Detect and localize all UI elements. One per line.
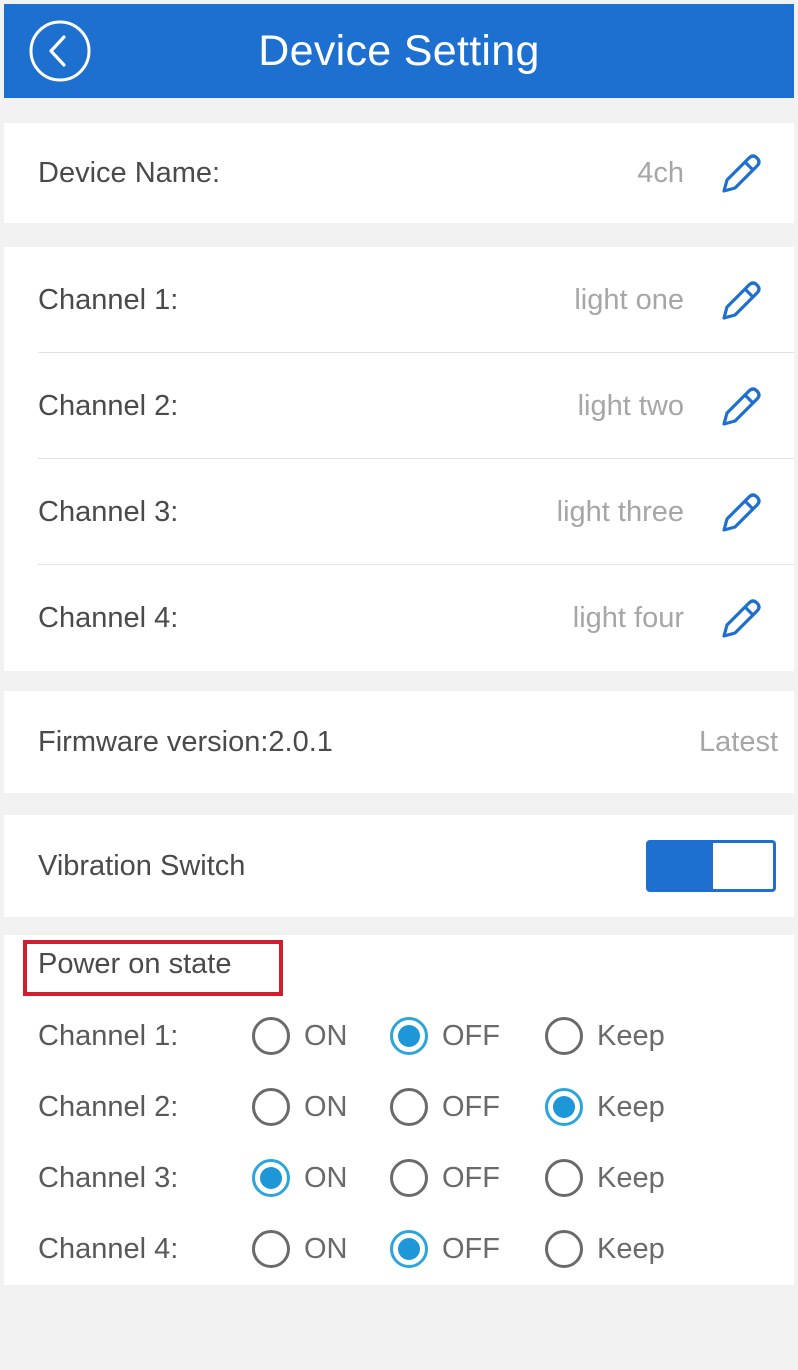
radio-option-label: Keep [597,1019,665,1052]
radio-selected-icon [545,1088,583,1126]
radio-selected-icon [252,1159,290,1197]
power-on-row-channel-3: Channel 3: ON OFF Keep [0,1148,798,1208]
radio-unselected-icon [252,1017,290,1055]
channel-2-name: light two [577,389,684,422]
radio-option-label: Keep [597,1090,665,1123]
radio-option-label: Keep [597,1161,665,1194]
radio-unselected-icon [390,1159,428,1197]
radio-option-off[interactable]: OFF [390,1017,500,1055]
radio-option-keep[interactable]: Keep [545,1017,665,1055]
power-on-channel-label: Channel 3: [38,1161,179,1194]
firmware-row: Firmware version:2.0.1 Latest [4,691,794,793]
radio-option-off[interactable]: OFF [390,1159,500,1197]
radio-selected-icon [390,1230,428,1268]
channel-2-row: Channel 2: light two [4,353,794,459]
radio-option-label: ON [304,1090,348,1123]
radio-option-on[interactable]: ON [252,1017,348,1055]
device-name-card: Device Name: 4ch [4,123,794,223]
edit-channel-1-pencil-icon[interactable] [714,274,766,326]
channel-3-label: Channel 3: [38,495,179,528]
radio-option-label: OFF [442,1232,500,1265]
power-on-channel-label: Channel 2: [38,1090,179,1123]
radio-option-label: ON [304,1232,348,1265]
radio-option-off[interactable]: OFF [390,1088,500,1126]
power-on-row-channel-4: Channel 4: ON OFF Keep [0,1219,798,1279]
radio-option-label: ON [304,1161,348,1194]
header-bar: Device Setting [4,4,794,98]
power-on-channel-label: Channel 4: [38,1232,179,1265]
toggle-knob [713,843,773,889]
radio-option-label: OFF [442,1161,500,1194]
edit-channel-3-pencil-icon[interactable] [714,486,766,538]
vibration-card: Vibration Switch [4,815,794,917]
firmware-card: Firmware version:2.0.1 Latest [4,691,794,793]
channel-4-row: Channel 4: light four [4,565,794,671]
channel-names-card: Channel 1: light one Channel 2: light tw… [4,247,794,671]
power-on-row-channel-1: Channel 1: ON OFF Keep [0,1006,798,1066]
vibration-toggle[interactable] [646,840,776,892]
device-setting-screen: Device Setting Device Name: 4ch Channel … [0,0,798,1370]
radio-option-keep[interactable]: Keep [545,1088,665,1126]
vibration-row: Vibration Switch [4,815,794,917]
radio-unselected-icon [390,1088,428,1126]
power-on-row-channel-2: Channel 2: ON OFF Keep [0,1077,798,1137]
radio-unselected-icon [252,1088,290,1126]
power-on-channel-label: Channel 1: [38,1019,179,1052]
radio-unselected-icon [545,1230,583,1268]
firmware-version: Firmware version:2.0.1 [38,725,333,758]
edit-channel-2-pencil-icon[interactable] [714,380,766,432]
channel-2-label: Channel 2: [38,389,179,422]
radio-option-label: Keep [597,1232,665,1265]
device-name-label: Device Name: [38,156,221,189]
channel-4-name: light four [572,601,684,634]
radio-selected-icon [390,1017,428,1055]
radio-unselected-icon [545,1159,583,1197]
channel-4-label: Channel 4: [38,601,179,634]
channel-1-name: light one [574,283,684,316]
radio-option-on[interactable]: ON [252,1159,348,1197]
radio-option-on[interactable]: ON [252,1230,348,1268]
radio-option-label: OFF [442,1090,500,1123]
device-name-row: Device Name: 4ch [4,123,794,223]
radio-option-keep[interactable]: Keep [545,1230,665,1268]
power-on-state-title: Power on state [38,948,232,980]
radio-option-on[interactable]: ON [252,1088,348,1126]
channel-3-row: Channel 3: light three [4,459,794,565]
radio-option-off[interactable]: OFF [390,1230,500,1268]
radio-option-keep[interactable]: Keep [545,1159,665,1197]
back-button[interactable] [28,19,92,83]
vibration-switch-label: Vibration Switch [38,849,246,882]
device-name-value: 4ch [637,156,684,189]
radio-option-label: OFF [442,1019,500,1052]
channel-1-row: Channel 1: light one [4,247,794,353]
channel-3-name: light three [556,495,684,528]
page-title: Device Setting [258,26,540,75]
edit-channel-4-pencil-icon[interactable] [714,592,766,644]
channel-1-label: Channel 1: [38,283,179,316]
toggle-on-track [649,843,713,889]
radio-unselected-icon [545,1017,583,1055]
edit-device-name-pencil-icon[interactable] [714,147,766,199]
radio-option-label: ON [304,1019,348,1052]
radio-unselected-icon [252,1230,290,1268]
firmware-status: Latest [699,725,778,758]
